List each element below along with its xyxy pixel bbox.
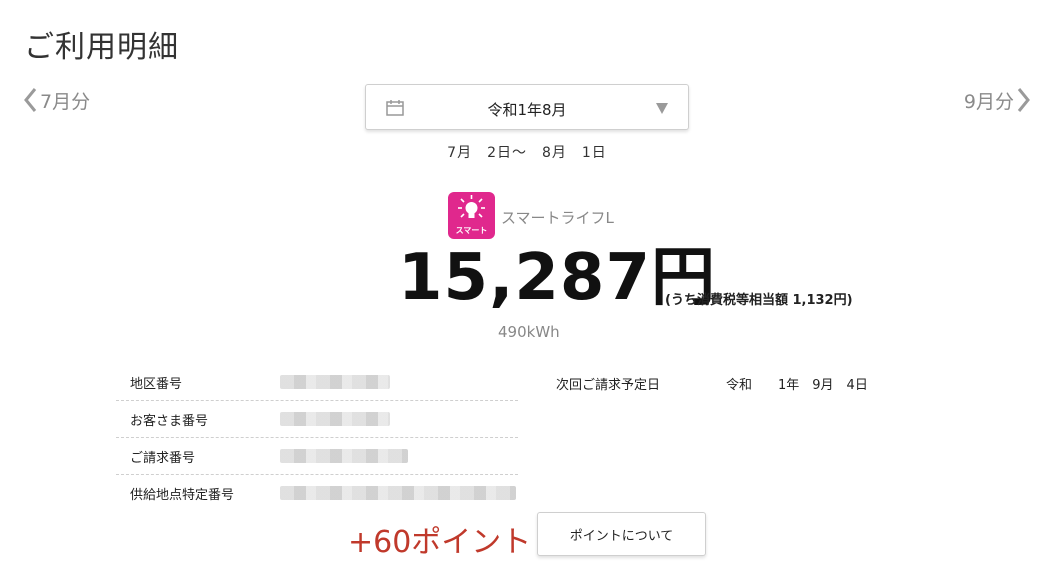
redacted-value — [280, 486, 516, 500]
chevron-left-icon — [22, 86, 40, 114]
info-row-district: 地区番号 — [116, 364, 518, 401]
month-select-value: 令和1年8月 — [487, 101, 567, 119]
plan-icon: スマート — [448, 192, 495, 239]
next-month-label: 9月分 — [963, 90, 1014, 113]
about-points-button[interactable]: ポイントについて — [537, 512, 706, 556]
info-label: 地区番号 — [130, 376, 183, 392]
info-label: ご請求番号 — [130, 450, 196, 466]
plan-name: スマートライフL — [501, 209, 614, 227]
lightbulb-icon — [458, 195, 485, 218]
month-select[interactable]: 令和1年8月 — [365, 84, 689, 130]
caret-down-icon — [656, 103, 668, 114]
chevron-right-icon — [1014, 86, 1032, 114]
prev-month-label: 7月分 — [40, 90, 91, 113]
info-label: 供給地点特定番号 — [130, 487, 235, 503]
next-billing-label: 次回ご請求予定日 — [556, 378, 661, 393]
earned-points: +60ポイント — [348, 525, 532, 560]
usage-kwh: 490kWh — [498, 323, 560, 341]
billing-period: 7月 2日〜 8月 1日 — [447, 145, 607, 161]
redacted-value — [280, 375, 390, 389]
info-row-supply-point: 供給地点特定番号 — [116, 475, 518, 511]
prev-month-link[interactable]: 7月分 — [22, 86, 90, 114]
next-month-link[interactable]: 9月分 — [964, 86, 1032, 114]
next-billing-date: 令和 1年 9月 4日 — [726, 378, 868, 393]
tax-note: (うち消費税等相当額 1,132円) — [665, 293, 853, 308]
plan-icon-label: スマート — [455, 226, 488, 235]
info-label: お客さま番号 — [130, 413, 209, 429]
redacted-value — [280, 449, 408, 463]
info-row-billing-number: ご請求番号 — [116, 438, 518, 475]
page-title: ご利用明細 — [24, 30, 179, 65]
info-row-customer: お客さま番号 — [116, 401, 518, 438]
account-info-table: 地区番号 お客さま番号 ご請求番号 供給地点特定番号 — [116, 364, 518, 511]
redacted-value — [280, 412, 390, 426]
